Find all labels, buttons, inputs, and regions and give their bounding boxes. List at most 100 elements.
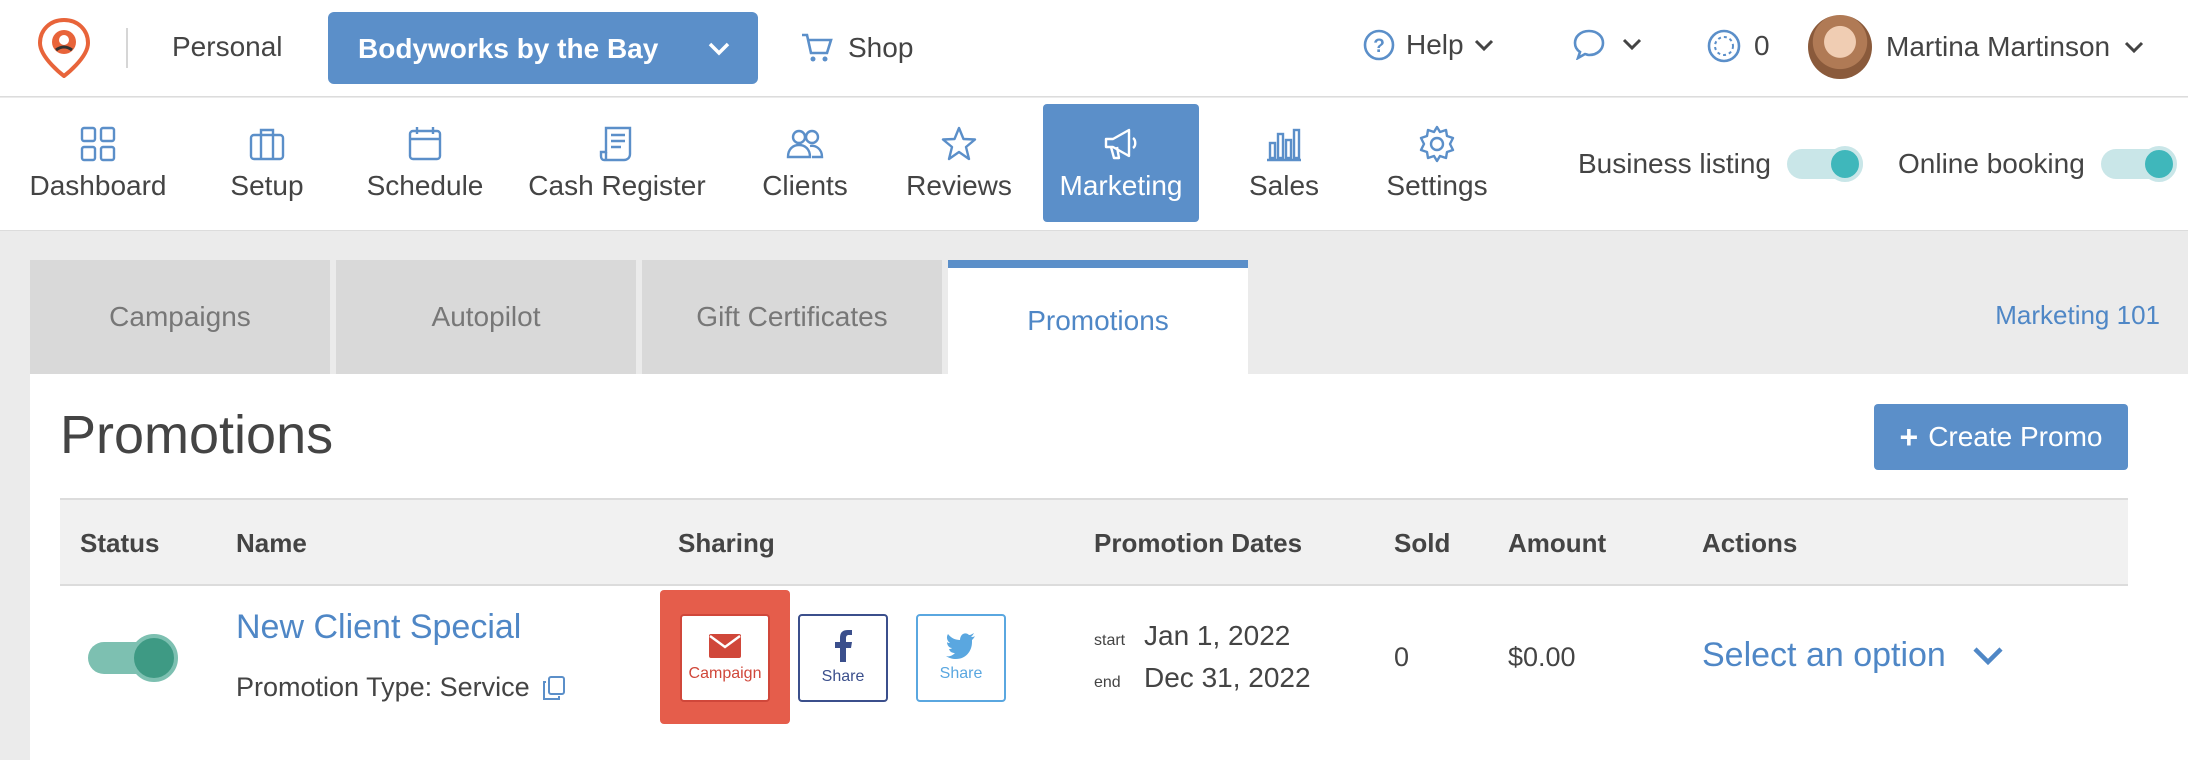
status-toggle[interactable] bbox=[88, 634, 178, 682]
campaign-share-button[interactable]: Campaign bbox=[680, 614, 770, 702]
actions-select[interactable]: Select an option bbox=[1702, 636, 2004, 675]
divider bbox=[126, 28, 128, 68]
top-bar: Personal Bodyworks by the Bay Shop ? Hel… bbox=[0, 0, 2188, 97]
logo-icon[interactable] bbox=[38, 18, 90, 78]
toggle-knob bbox=[1826, 146, 1863, 182]
cart-icon bbox=[802, 33, 833, 62]
start-date: Jan 1, 2022 bbox=[1144, 620, 1291, 651]
shop-label: Shop bbox=[848, 32, 914, 63]
tab-promotions[interactable]: Promotions bbox=[948, 260, 1248, 374]
online-booking-toggle[interactable] bbox=[2100, 146, 2177, 182]
nav-label: Schedule bbox=[366, 170, 484, 201]
twitter-share-button[interactable]: Share bbox=[916, 614, 1006, 702]
user-name: Martina Martinson bbox=[1886, 31, 2111, 62]
column-header: Status bbox=[80, 528, 160, 558]
nav-item-reviews[interactable]: Reviews bbox=[894, 104, 1024, 222]
promotion-type-label: Promotion Type: Service bbox=[236, 672, 530, 702]
nav-label: Sales bbox=[1248, 170, 1320, 201]
marketing-101-link[interactable]: Marketing 101 bbox=[1995, 300, 2160, 331]
nav-label: Setup bbox=[230, 170, 304, 201]
twitter-icon bbox=[946, 633, 975, 659]
receipt-icon bbox=[599, 126, 632, 162]
users-icon bbox=[786, 129, 824, 159]
page-title: Promotions bbox=[60, 405, 334, 465]
envelope-icon bbox=[709, 634, 741, 658]
tab-label: Promotions bbox=[1027, 305, 1169, 336]
chevron-down-icon bbox=[1622, 38, 1642, 51]
column-header: Actions bbox=[1702, 528, 1798, 558]
megaphone-icon bbox=[1104, 128, 1137, 160]
actions-select-label: Select an option bbox=[1702, 636, 1946, 674]
start-label: start bbox=[1094, 632, 1126, 649]
column-header: Sharing bbox=[678, 528, 775, 558]
tab-gift-certificates[interactable]: Gift Certificates bbox=[642, 260, 942, 374]
nav-item-schedule[interactable]: Schedule bbox=[354, 104, 496, 222]
end-date-row: end Dec 31, 2022 bbox=[1094, 662, 1311, 694]
credits-count: 0 bbox=[1754, 30, 1770, 61]
chevron-down-icon bbox=[2125, 41, 2144, 54]
nav-item-clients[interactable]: Clients bbox=[746, 104, 864, 222]
credits-counter[interactable]: 0 bbox=[1706, 28, 1770, 64]
nav-label: Reviews bbox=[906, 170, 1012, 201]
help-label: Help bbox=[1406, 29, 1464, 60]
campaign-label: Campaign bbox=[688, 665, 762, 682]
nav-item-cash-register[interactable]: Cash Register bbox=[522, 104, 712, 222]
chevron-down-icon bbox=[1474, 39, 1493, 52]
column-header: Sold bbox=[1394, 528, 1451, 558]
nav-item-marketing[interactable]: Marketing bbox=[1043, 104, 1199, 222]
chat-bubble-icon bbox=[1573, 29, 1605, 60]
sold-count: 0 bbox=[1394, 642, 1410, 672]
copy-icon[interactable] bbox=[540, 674, 568, 702]
promotion-type: Promotion Type: Service bbox=[236, 672, 568, 703]
nav-item-setup[interactable]: Setup bbox=[212, 104, 322, 222]
nav-label: Settings bbox=[1386, 170, 1488, 201]
column-header: Amount bbox=[1508, 528, 1607, 558]
bar-chart-icon bbox=[1267, 128, 1301, 162]
tab-label: Gift Certificates bbox=[696, 301, 888, 332]
twitter-share-label: Share bbox=[939, 665, 983, 682]
business-listing-control: Business listing bbox=[1578, 146, 1863, 182]
shop-link[interactable]: Shop bbox=[800, 28, 913, 68]
tab-label: Autopilot bbox=[431, 301, 541, 332]
nav-item-dashboard[interactable]: Dashboard bbox=[20, 104, 176, 222]
table-header: Status Name Sharing Promotion Dates Sold… bbox=[60, 498, 2128, 586]
nav-item-settings[interactable]: Settings bbox=[1372, 104, 1502, 222]
column-header: Name bbox=[236, 528, 307, 558]
grid-icon bbox=[80, 126, 116, 162]
start-date-row: start Jan 1, 2022 bbox=[1094, 620, 1290, 652]
promotion-name-link[interactable]: New Client Special bbox=[236, 608, 521, 647]
facebook-share-label: Share bbox=[821, 668, 865, 685]
business-listing-toggle[interactable] bbox=[1786, 146, 1863, 182]
toggle-knob bbox=[2140, 146, 2177, 182]
help-icon: ? bbox=[1363, 29, 1395, 61]
tab-autopilot[interactable]: Autopilot bbox=[336, 260, 636, 374]
user-menu[interactable]: Martina Martinson bbox=[1808, 15, 2144, 79]
star-icon bbox=[941, 126, 977, 161]
business-selector[interactable]: Bodyworks by the Bay bbox=[328, 12, 758, 84]
plus-icon: + bbox=[1899, 418, 1919, 455]
end-date: Dec 31, 2022 bbox=[1144, 662, 1311, 693]
coin-icon bbox=[1707, 29, 1741, 63]
create-promo-label: Create Promo bbox=[1928, 421, 2103, 452]
tab-campaigns[interactable]: Campaigns bbox=[30, 260, 330, 374]
nav-label: Marketing bbox=[1059, 170, 1183, 201]
calendar-icon bbox=[408, 127, 442, 161]
nav-label: Cash Register bbox=[528, 170, 706, 201]
messages-menu[interactable] bbox=[1572, 28, 1642, 60]
amount: $0.00 bbox=[1508, 642, 1576, 672]
column-header: Promotion Dates bbox=[1094, 528, 1303, 558]
gear-icon bbox=[1419, 125, 1455, 163]
nav-label: Clients bbox=[762, 170, 848, 201]
create-promo-button[interactable]: + Create Promo bbox=[1874, 404, 2128, 470]
facebook-icon bbox=[835, 630, 852, 662]
svg-text:?: ? bbox=[1373, 36, 1385, 57]
nav-item-sales[interactable]: Sales bbox=[1224, 104, 1344, 222]
online-booking-label: Online booking bbox=[1898, 148, 2085, 179]
business-name: Bodyworks by the Bay bbox=[358, 33, 659, 64]
facebook-share-button[interactable]: Share bbox=[798, 614, 888, 702]
personal-link[interactable]: Personal bbox=[172, 31, 283, 63]
business-listing-label: Business listing bbox=[1578, 148, 1771, 179]
help-menu[interactable]: ? Help bbox=[1362, 28, 1494, 62]
avatar bbox=[1808, 15, 1872, 79]
chevron-down-icon bbox=[708, 42, 730, 56]
